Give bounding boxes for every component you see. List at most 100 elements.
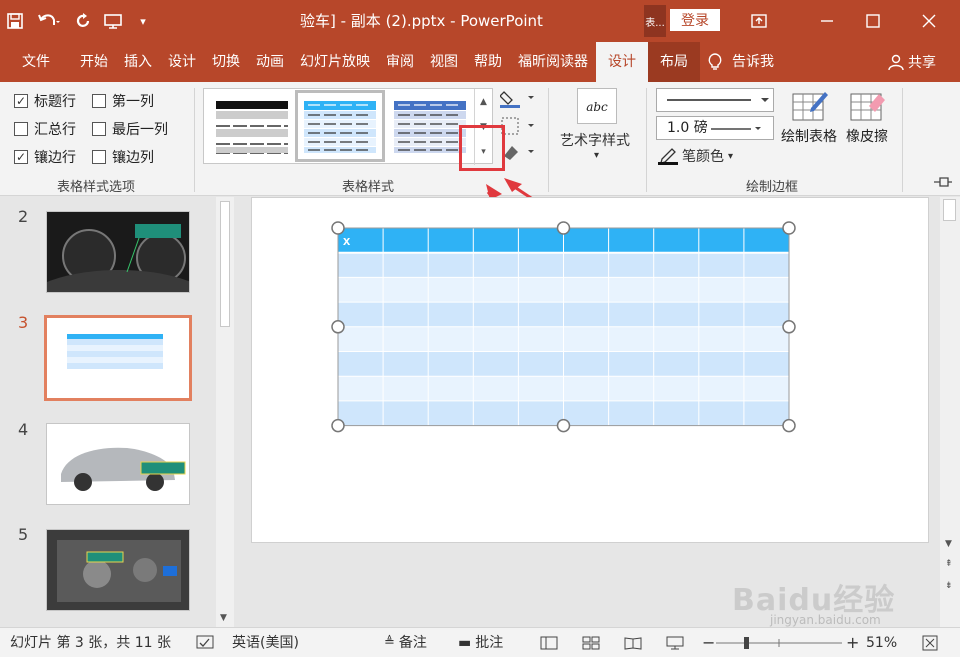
current-slide[interactable]: x (251, 197, 929, 543)
save-icon[interactable] (0, 0, 30, 42)
scroll-down-arrow[interactable]: ▼ (945, 539, 952, 549)
normal-view-icon[interactable] (540, 628, 558, 657)
slide-number: 2 (18, 207, 29, 226)
slide-number: 4 (18, 420, 29, 439)
tab-help[interactable]: 帮助 (466, 42, 510, 82)
redo-icon[interactable] (68, 0, 98, 42)
close-icon[interactable] (906, 0, 952, 42)
banded-rows-checkbox[interactable]: ✓ 镶边行 (14, 147, 76, 167)
effects-button[interactable] (500, 142, 534, 166)
baidu-watermark-url: jingyan.baidu.com (770, 613, 881, 627)
pen-color-label: 笔颜色 (682, 149, 724, 165)
resize-handle[interactable] (556, 418, 571, 433)
scroll-down-arrow[interactable]: ▼ (220, 613, 227, 623)
shading-button[interactable] (499, 88, 534, 112)
notes-button[interactable]: ≜ 备注 (384, 628, 427, 657)
pen-style-select[interactable] (656, 88, 774, 112)
pen-color-icon (658, 148, 678, 165)
tab-insert[interactable]: 插入 (116, 42, 160, 82)
slide-thumbnail[interactable] (46, 211, 190, 293)
draw-table-button[interactable]: 绘制表格 (778, 88, 840, 146)
fit-slide-icon[interactable] (922, 628, 938, 657)
table-style-medium-blue[interactable] (295, 90, 385, 162)
thumbnails-scrollbar[interactable]: ▼ (216, 197, 234, 627)
tab-table-layout[interactable]: 布局 (648, 42, 700, 82)
table-style-plain[interactable] (210, 93, 294, 159)
slide-thumbnail[interactable] (46, 529, 190, 611)
login-button[interactable]: 登录 (670, 9, 720, 31)
window-title: 验车] - 副本 (2).pptx - PowerPoint (300, 12, 543, 30)
highlight-box (459, 125, 505, 171)
tell-me-box[interactable]: 告诉我 (700, 42, 782, 82)
header-row-checkbox[interactable]: ✓ 标题行 (14, 91, 76, 111)
slide-thumbnails-pane: 2 3 4 5 ▼ (0, 197, 234, 627)
tab-design[interactable]: 设计 (160, 42, 204, 82)
gallery-up-arrow[interactable]: ▲ (475, 89, 492, 114)
resize-handle[interactable] (331, 418, 345, 433)
slideshow-icon[interactable] (666, 628, 684, 657)
share-button[interactable]: 共享 (888, 42, 936, 82)
zoom-level[interactable]: 51% (866, 628, 897, 657)
slide-thumbnail-active[interactable] (44, 315, 192, 401)
resize-handle[interactable] (782, 418, 796, 433)
pin-ribbon-icon[interactable] (932, 176, 952, 192)
borders-button[interactable] (500, 116, 534, 140)
lightbulb-icon (708, 53, 722, 70)
last-column-checkbox[interactable]: 最后一列 (92, 119, 168, 139)
slide-sorter-icon[interactable] (582, 628, 600, 657)
resize-handle[interactable] (782, 221, 796, 235)
group-separator (902, 88, 903, 192)
total-row-checkbox[interactable]: 汇总行 (14, 119, 76, 139)
pen-weight-select[interactable]: 1.0 磅 (656, 116, 774, 140)
wordart-styles-button[interactable]: 艺术字样式 (560, 130, 630, 150)
slide-thumbnail[interactable] (46, 423, 190, 505)
undo-icon[interactable] (30, 0, 68, 42)
resize-handle[interactable] (782, 320, 796, 334)
maximize-icon[interactable] (850, 0, 896, 42)
resize-handle[interactable] (556, 221, 571, 235)
zoom-in-button[interactable]: + (846, 628, 859, 657)
tab-transitions[interactable]: 切换 (204, 42, 248, 82)
tab-slideshow[interactable]: 幻灯片放映 (292, 42, 378, 82)
tab-table-design[interactable]: 设计 (596, 42, 648, 82)
slide-table[interactable]: x (252, 198, 930, 544)
tab-file[interactable]: 文件 (0, 42, 72, 82)
zoom-slider[interactable] (716, 628, 842, 657)
checkbox-unchecked (92, 94, 106, 108)
title-bar: ▾ 验车] - 副本 (2).pptx - PowerPoint 表... 登录 (0, 0, 960, 42)
wordart-dropdown-icon[interactable]: ▾ (594, 150, 599, 161)
present-icon[interactable] (98, 0, 128, 42)
eraser-button[interactable]: 橡皮擦 (842, 88, 892, 146)
context-tool-tag: 表... (644, 5, 666, 37)
scrollbar-thumb[interactable] (220, 201, 230, 327)
pen-color-button[interactable]: 笔颜色 ▾ (658, 146, 733, 166)
checkbox-unchecked (92, 122, 106, 136)
zoom-out-button[interactable]: − (702, 628, 715, 657)
table-header-cell-text: x (343, 233, 351, 248)
reading-view-icon[interactable] (624, 628, 642, 657)
tab-animations[interactable]: 动画 (248, 42, 292, 82)
banded-columns-checkbox[interactable]: 镶边列 (92, 147, 154, 167)
tab-review[interactable]: 审阅 (378, 42, 422, 82)
draw-table-icon (792, 92, 828, 121)
pen-weight-value: 1.0 磅 (667, 120, 708, 136)
previous-slide-icon[interactable]: ⇞ (945, 559, 953, 569)
spellcheck-icon[interactable] (196, 628, 214, 657)
draw-table-label: 绘制表格 (781, 129, 837, 145)
first-column-checkbox[interactable]: 第一列 (92, 91, 154, 111)
paint-bucket-icon (499, 91, 534, 108)
minimize-icon[interactable] (804, 0, 850, 42)
customize-qat-icon[interactable]: ▾ (128, 0, 158, 42)
tab-foxit[interactable]: 福昕阅读器 (510, 42, 596, 82)
comments-button[interactable]: ▬ 批注 (458, 628, 503, 657)
wordart-quick-styles-icon[interactable]: abc (577, 88, 617, 124)
language-indicator[interactable]: 英语(美国) (232, 628, 299, 657)
resize-handle[interactable] (331, 320, 345, 334)
scrollbar-thumb[interactable] (943, 199, 956, 221)
tab-view[interactable]: 视图 (422, 42, 466, 82)
tab-home[interactable]: 开始 (72, 42, 116, 82)
checkbox-unchecked (14, 122, 28, 136)
ribbon-display-icon[interactable] (736, 0, 782, 42)
next-slide-icon[interactable]: ⇟ (945, 581, 953, 591)
editor-vertical-scrollbar[interactable]: ▼ ⇞ ⇟ (940, 197, 960, 627)
